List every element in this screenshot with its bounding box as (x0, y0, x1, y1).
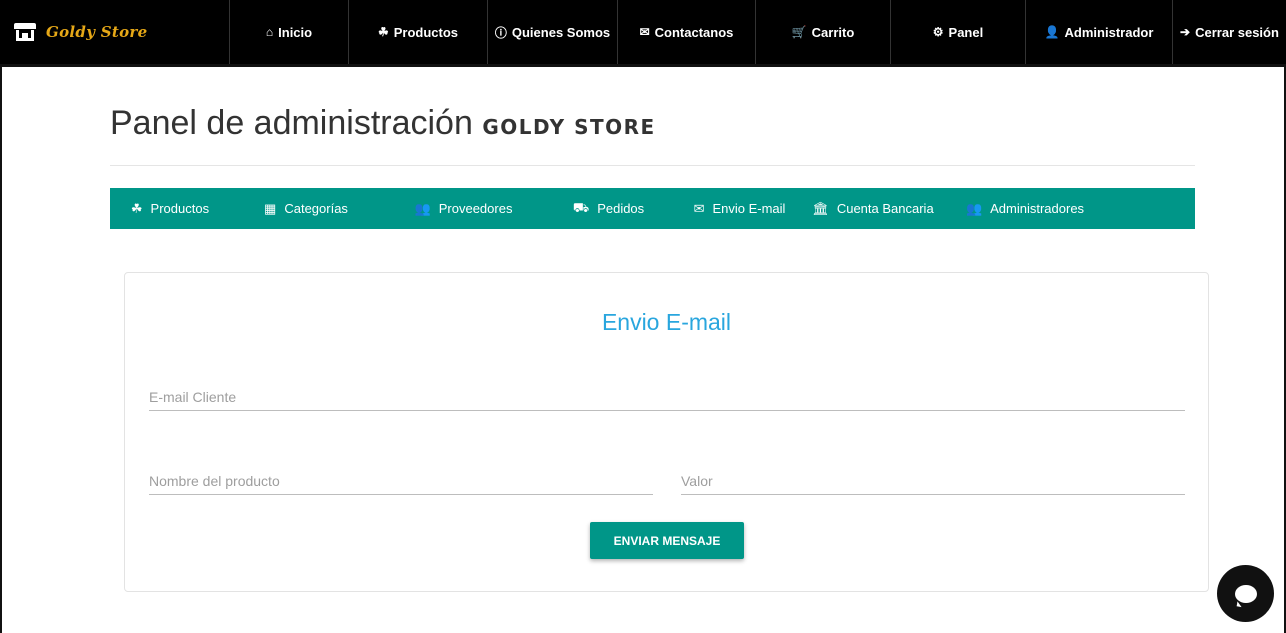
value-field-wrapper (681, 467, 1185, 495)
envelope-icon: ✉ (639, 25, 650, 39)
subnav-label: Administradores (990, 201, 1085, 216)
subnav-label: Pedidos (597, 201, 645, 216)
home-icon: ⌂ (265, 25, 274, 39)
subnav-categorias[interactable]: ▦ Categorías (230, 188, 382, 229)
subnav-label: Envio E-mail (712, 201, 786, 216)
email-field[interactable] (149, 383, 1185, 410)
nav-cerrar-sesion[interactable]: ➔ Cerrar sesión (1173, 0, 1286, 64)
store-icon (14, 23, 36, 41)
chat-bubble-icon (1234, 584, 1257, 603)
nav-label: Carrito (811, 24, 855, 40)
sign-out-icon: ➔ (1180, 25, 1191, 39)
email-field-wrapper (149, 383, 1185, 411)
product-name-field-wrapper (149, 467, 653, 495)
subnav-productos[interactable]: ☘ Productos (110, 188, 230, 229)
chat-button[interactable] (1217, 565, 1274, 622)
nav-label: Productos (393, 24, 459, 40)
subnav-cuenta-bancaria[interactable]: 🏛 Cuenta Bancaria (807, 188, 939, 229)
admin-subnav: ☘ Productos ▦ Categorías 👥 Proveedores ⛟… (110, 188, 1195, 229)
divider (110, 165, 1195, 166)
boxes-icon: ▦ (264, 200, 277, 216)
subnav-label: Proveedores (438, 201, 513, 216)
send-message-button[interactable]: ENVIAR MENSAJE (590, 522, 744, 559)
user-cog-icon: 👤 (1044, 25, 1060, 39)
subnav-envio-email[interactable]: ✉ Envio E-mail (672, 188, 807, 229)
nav-panel[interactable]: ⚙ Panel (891, 0, 1026, 64)
nav-label: Inicio (278, 24, 313, 40)
page-title-text: Panel de administración (110, 104, 473, 142)
info-circle-icon: ⓘ (494, 25, 507, 40)
nav-productos[interactable]: ☘ Productos (349, 0, 488, 64)
brand-logo[interactable]: Goldy Store (0, 0, 230, 64)
cubes-icon: ☘ (130, 200, 143, 216)
top-navbar: Goldy Store ⌂ Inicio ☘ Productos ⓘ Quien… (0, 0, 1286, 67)
value-field[interactable] (681, 467, 1185, 494)
subnav-pedidos[interactable]: ⛟ Pedidos (545, 188, 672, 229)
nav-label: Administrador (1064, 24, 1154, 40)
nav-label: Contactanos (654, 24, 734, 40)
subnav-label: Categorías (284, 201, 348, 216)
nav-label: Cerrar sesión (1195, 24, 1279, 40)
nav-label: Quienes Somos (511, 24, 611, 40)
subnav-administradores[interactable]: 👥 Administradores (939, 188, 1111, 229)
nav-contactanos[interactable]: ✉ Contactanos (618, 0, 756, 64)
nav-administrador[interactable]: 👤 Administrador (1026, 0, 1173, 64)
page-title: Panel de administración GOLDY STORE (110, 104, 656, 143)
users-icon: 👥 (414, 200, 431, 216)
dolly-icon: ⛟ (572, 199, 590, 215)
nav-carrito[interactable]: 🛒 Carrito (756, 0, 891, 64)
subnav-proveedores[interactable]: 👥 Proveedores (382, 188, 545, 229)
brand-name: Goldy Store (46, 23, 148, 41)
page-title-brand: GOLDY STORE (482, 115, 656, 139)
cubes-icon: ☘ (377, 25, 389, 39)
email-form-card: Envio E-mail ENVIAR MENSAJE (124, 272, 1209, 592)
product-name-field[interactable] (149, 467, 653, 494)
cogs-icon: ⚙ (932, 25, 944, 39)
nav-quienes-somos[interactable]: ⓘ Quienes Somos (488, 0, 618, 64)
bank-icon: 🏛 (812, 200, 829, 216)
subnav-label: Cuenta Bancaria (836, 201, 934, 216)
nav-label: Panel (948, 24, 984, 40)
nav-inicio[interactable]: ⌂ Inicio (230, 0, 349, 64)
form-title: Envio E-mail (601, 309, 732, 335)
subnav-label: Productos (150, 201, 210, 216)
envelope-icon: ✉ (693, 200, 705, 216)
cart-icon: 🛒 (791, 25, 807, 39)
users-cog-icon: 👥 (965, 200, 983, 216)
